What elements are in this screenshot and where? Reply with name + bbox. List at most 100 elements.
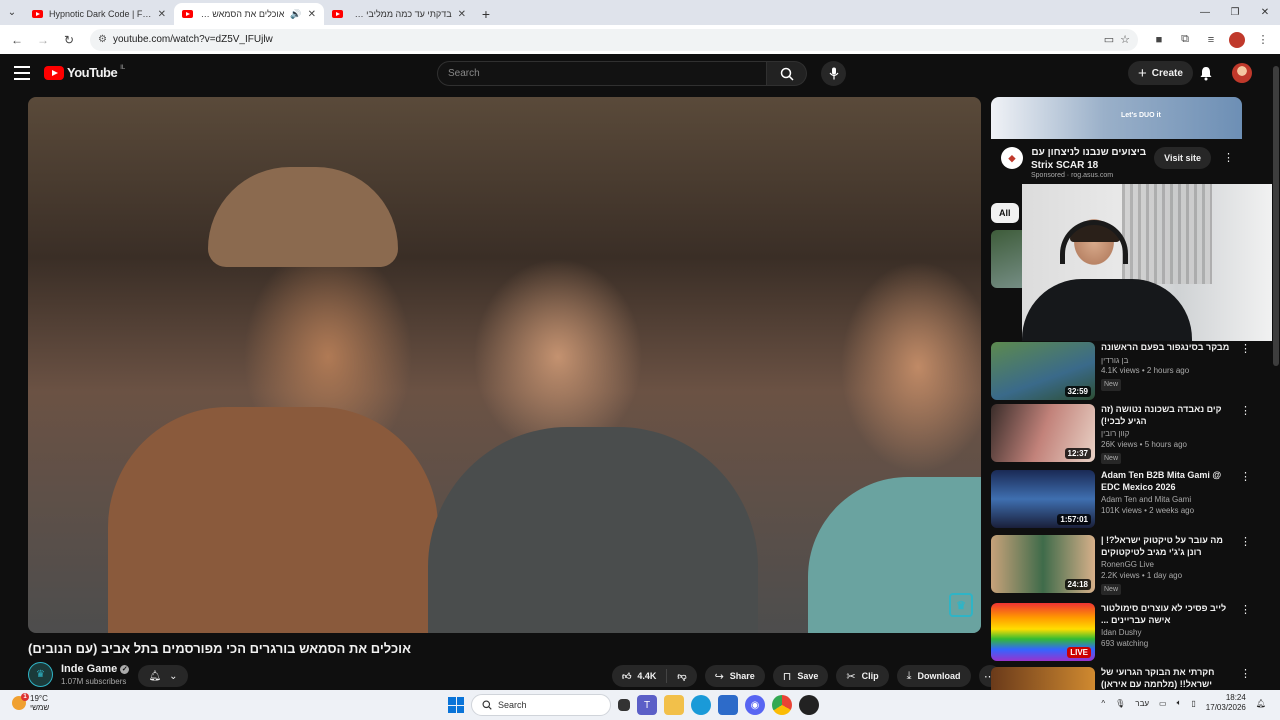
teams-icon[interactable]: T	[637, 695, 657, 715]
tray-overflow-icon[interactable]: ^	[1101, 699, 1105, 708]
download-button[interactable]: ⤓ Download	[896, 665, 971, 687]
bookmark-star-icon[interactable]: ☆	[1120, 33, 1130, 46]
ad-banner[interactable]: Let's DUO it	[991, 97, 1242, 139]
close-icon[interactable]: ✕	[458, 9, 466, 20]
browser-menu-icon[interactable]: ⋮	[1252, 29, 1274, 51]
clock[interactable]: 18:24 17/03/2026	[1206, 693, 1246, 714]
visit-site-button[interactable]: Visit site	[1154, 147, 1211, 169]
windows-start-icon[interactable]	[448, 697, 464, 713]
obs-icon[interactable]	[799, 695, 819, 715]
taskbar-search[interactable]: Search	[471, 694, 611, 716]
close-window-icon[interactable]: ✕	[1250, 0, 1280, 25]
sponsored-ad[interactable]: Let's DUO it ◆ ביצועים שנבנו לניצחון עם …	[991, 97, 1242, 187]
browser-tab-active[interactable]: אוכלים את הסמאש בורגרים 🔊 ✕	[174, 3, 324, 25]
scrollbar-thumb[interactable]	[1273, 66, 1279, 366]
weather-widget[interactable]: 1 19°C שמשי	[12, 693, 49, 712]
video-thumbnail[interactable]: LIVE	[991, 603, 1095, 661]
more-options-icon[interactable]: ⋮	[1240, 667, 1251, 682]
subscription-bell-button[interactable]: 🔔︎ ⌄	[138, 665, 188, 687]
extensions-puzzle-icon[interactable]: ⧉	[1174, 29, 1196, 51]
hamburger-menu-icon[interactable]	[14, 66, 30, 80]
ad-headline-hebrew: ביצועים שנבנו לניצחון עם	[1031, 147, 1147, 158]
ad-menu-icon[interactable]: ⋮	[1223, 151, 1234, 164]
recommendation-channel[interactable]: Idan Dushy	[1101, 628, 1237, 639]
tab-search-button[interactable]: ⌄	[0, 0, 24, 25]
clip-button[interactable]: ✂ Clip	[836, 665, 889, 687]
recommendation-title[interactable]: מבקר בסינגפור בפעם הראשונה	[1101, 342, 1237, 354]
page-scrollbar[interactable]	[1272, 54, 1280, 690]
account-avatar[interactable]	[1232, 63, 1252, 83]
chrome-icon[interactable]	[772, 695, 792, 715]
recommendation-channel[interactable]: Adam Ten and Mita Gami	[1101, 495, 1237, 506]
store-icon[interactable]	[718, 695, 738, 715]
url-field[interactable]: ⚙ youtube.com/watch?v=dZ5V_IFUjlw ▭ ☆	[90, 28, 1138, 51]
channel-watermark-icon[interactable]: ♛	[949, 593, 973, 617]
cast-icon[interactable]: ▭	[1104, 33, 1114, 46]
profile-avatar[interactable]	[1226, 29, 1248, 51]
recommendation-item[interactable]: LIVE לייב פסיכי לא עוצרים סימולטור אישה …	[991, 603, 1251, 661]
video-thumbnail[interactable]: 24:18	[991, 535, 1095, 593]
recommendation-item[interactable]: 32:59 מבקר בסינגפור בפעם הראשונה בן גורד…	[991, 342, 1251, 400]
more-options-icon[interactable]: ⋮	[1240, 342, 1251, 357]
recommendation-title[interactable]: Adam Ten B2B Mita Gami @ EDC Mexico 2026	[1101, 470, 1237, 493]
recommendation-item[interactable]: 1:57:01 Adam Ten B2B Mita Gami @ EDC Mex…	[991, 470, 1251, 528]
video-thumbnail[interactable]: 1:57:01	[991, 470, 1095, 528]
share-button[interactable]: ↪ Share	[704, 665, 765, 687]
battery-icon[interactable]: ▯	[1191, 699, 1195, 708]
channel-avatar[interactable]: ♛	[28, 662, 53, 687]
notification-bell-icon[interactable]: 🔔︎	[1256, 699, 1266, 708]
browser-tab[interactable]: Hypnotic Dark Code | Futuristic ✕	[24, 3, 174, 25]
dislike-button[interactable]: 👎︎	[667, 671, 696, 682]
more-options-icon[interactable]: ⋮	[1240, 404, 1251, 419]
network-icon[interactable]: ▭	[1159, 699, 1167, 708]
search-button[interactable]	[767, 61, 807, 86]
forward-icon[interactable]: →	[32, 29, 54, 51]
chip-all[interactable]: All	[991, 203, 1019, 223]
media-controls-icon[interactable]: ≡	[1200, 29, 1222, 51]
microphone-tray-icon[interactable]: 🎙︎	[1115, 699, 1125, 708]
recommendation-item[interactable]: 24:18 מה עובר על טיקטוק ישראל?! | רונן ג…	[991, 535, 1251, 596]
edge-icon[interactable]	[691, 695, 711, 715]
close-icon[interactable]: ✕	[158, 9, 166, 20]
recommendation-channel[interactable]: קוון רובין	[1101, 429, 1237, 440]
more-options-icon[interactable]: ⋮	[1240, 470, 1251, 485]
reload-icon[interactable]: ↻	[58, 29, 80, 51]
recommendation-item[interactable]: 12:37 קים נאבדה בשכונה נטושה (זה הגיע לב…	[991, 404, 1251, 465]
search-input[interactable]	[437, 61, 768, 86]
site-info-icon[interactable]: ⚙	[98, 34, 107, 45]
create-button[interactable]: + Create	[1128, 61, 1193, 85]
notifications-bell-icon[interactable]	[1197, 64, 1215, 82]
browser-tab[interactable]: בדקתי עד כמה ממליבי האוכל בי ✕	[324, 3, 474, 25]
voice-search-button[interactable]	[821, 61, 846, 86]
recommendation-title[interactable]: מה עובר על טיקטוק ישראל?! | רונן ג'ג'י מ…	[1101, 535, 1237, 558]
video-player[interactable]: ♛	[28, 97, 981, 633]
video-thumbnail[interactable]: 12:37	[991, 404, 1095, 462]
save-button[interactable]: ⊓ Save	[772, 665, 829, 687]
speaker-icon[interactable]: 🔊	[290, 9, 301, 20]
volume-icon[interactable]: 🔈︎	[1177, 698, 1182, 708]
new-tab-button[interactable]: +	[474, 3, 498, 25]
recommendation-channel[interactable]: RonenGG Live	[1101, 560, 1237, 571]
back-icon[interactable]: ←	[6, 29, 28, 51]
recommendation-title[interactable]: חקרתי את הבוקר הגרועי של ישראל!! (מלחמה …	[1101, 667, 1237, 690]
file-explorer-icon[interactable]	[664, 695, 684, 715]
extension-icon[interactable]: ■	[1148, 29, 1170, 51]
recommendation-channel[interactable]: בן גורדין	[1101, 356, 1237, 367]
restore-icon[interactable]: ❐	[1220, 0, 1250, 25]
recommendation-item[interactable]: חקרתי את הבוקר הגרועי של ישראל!! (מלחמה …	[991, 667, 1251, 690]
video-thumbnail[interactable]	[991, 667, 1095, 690]
recommendation-title[interactable]: קים נאבדה בשכונה נטושה (זה הגיע לבכי!)	[1101, 404, 1237, 427]
task-view-icon[interactable]	[618, 699, 630, 711]
clip-label: Clip	[861, 671, 879, 681]
youtube-logo[interactable]: YouTube IL	[44, 65, 125, 80]
channel-name-row[interactable]: Inde Game ✓	[61, 663, 130, 675]
more-options-icon[interactable]: ⋮	[1240, 603, 1251, 618]
discord-icon[interactable]: ◉	[745, 695, 765, 715]
close-icon[interactable]: ✕	[308, 9, 316, 20]
recommendation-title[interactable]: לייב פסיכי לא עוצרים סימולטור אישה עבריי…	[1101, 603, 1237, 626]
video-thumbnail[interactable]: 32:59	[991, 342, 1095, 400]
minimize-icon[interactable]: —	[1190, 0, 1220, 25]
like-button[interactable]: 👍︎ 4.4K	[612, 669, 668, 683]
input-language[interactable]: עבר	[1135, 699, 1149, 708]
more-options-icon[interactable]: ⋮	[1240, 535, 1251, 550]
